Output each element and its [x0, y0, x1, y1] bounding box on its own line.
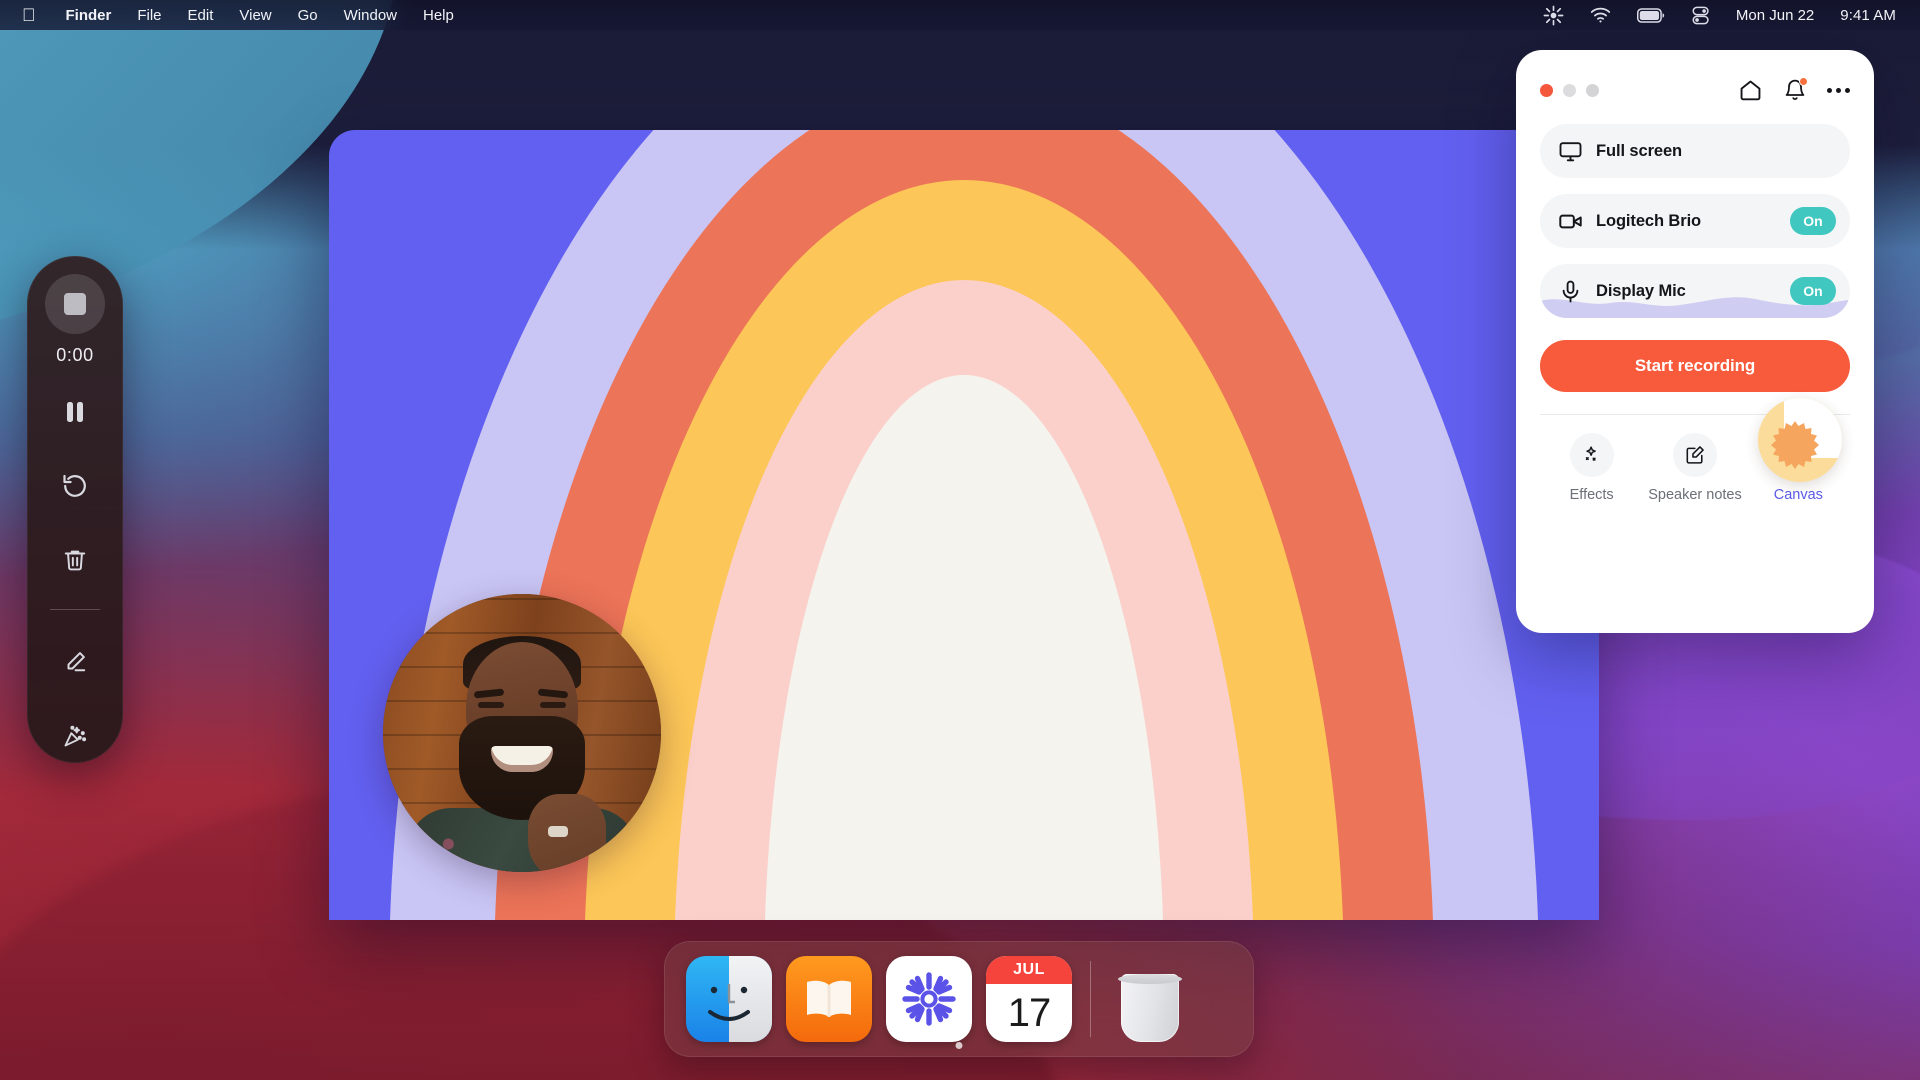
- calendar-month: JUL: [986, 956, 1072, 984]
- dock-divider: [1090, 961, 1091, 1037]
- dock-item-calendar[interactable]: JUL 17: [986, 956, 1072, 1042]
- tab-canvas-label: Canvas: [1774, 487, 1823, 503]
- tab-speaker-notes-label: Speaker notes: [1648, 487, 1742, 503]
- menu-bar-status-area: Mon Jun 22 9:41 AM: [1543, 5, 1920, 26]
- close-window-button[interactable]: [1540, 84, 1553, 97]
- mic-row-label: Display Mic: [1596, 282, 1686, 301]
- dock-item-finder[interactable]: [686, 956, 772, 1042]
- recording-timer: 0:00: [56, 345, 93, 366]
- dock-item-books[interactable]: [786, 956, 872, 1042]
- calendar-day: 17: [986, 984, 1072, 1042]
- dock: JUL 17: [664, 941, 1254, 1057]
- menu-item-go[interactable]: Go: [298, 7, 318, 24]
- sparkles-icon: [1570, 433, 1614, 477]
- notifications-bell-icon[interactable]: [1783, 78, 1807, 102]
- camera-row[interactable]: Logitech Brio On: [1540, 194, 1850, 248]
- tab-effects-label: Effects: [1570, 487, 1614, 503]
- dock-item-trash[interactable]: [1107, 956, 1193, 1042]
- recording-toolbar: 0:00: [27, 256, 123, 763]
- menu-item-finder[interactable]: Finder: [66, 7, 112, 24]
- canvas-active-badge[interactable]: [1758, 398, 1842, 482]
- note-edit-icon: [1673, 433, 1717, 477]
- notification-badge: [1799, 77, 1808, 86]
- menu-bar-date[interactable]: Mon Jun 22: [1736, 7, 1814, 24]
- menu-item-file[interactable]: File: [137, 7, 161, 24]
- source-row-label: Full screen: [1596, 142, 1682, 161]
- wifi-icon[interactable]: [1590, 7, 1611, 23]
- home-icon[interactable]: [1738, 78, 1763, 103]
- video-camera-icon: [1558, 209, 1584, 234]
- menu-item-window[interactable]: Window: [344, 7, 397, 24]
- draw-button[interactable]: [48, 636, 102, 690]
- zoom-window-button[interactable]: [1586, 84, 1599, 97]
- minimize-window-button[interactable]: [1563, 84, 1576, 97]
- brightness-sun-icon[interactable]: [1543, 5, 1564, 26]
- restart-button[interactable]: [48, 459, 102, 513]
- menu-bar-time[interactable]: 9:41 AM: [1840, 7, 1896, 24]
- camera-row-label: Logitech Brio: [1596, 212, 1701, 231]
- mic-toggle[interactable]: On: [1790, 277, 1836, 305]
- control-center-icon[interactable]: [1691, 6, 1710, 25]
- more-options-icon[interactable]: [1827, 88, 1850, 93]
- recorder-panel: Full screen Logitech Brio On: [1516, 50, 1874, 633]
- menu-item-edit[interactable]: Edit: [188, 7, 214, 24]
- monitor-icon: [1558, 139, 1584, 164]
- presenter-smile: [491, 746, 553, 772]
- mic-row[interactable]: Display Mic On: [1540, 264, 1850, 318]
- dock-item-recorder[interactable]: [886, 956, 972, 1042]
- panel-actions: [1738, 78, 1850, 103]
- menu-item-help[interactable]: Help: [423, 7, 454, 24]
- webcam-bubble[interactable]: [383, 594, 661, 872]
- presenter-ring: [548, 826, 568, 837]
- panel-header: [1540, 72, 1850, 108]
- microphone-icon: [1558, 279, 1584, 304]
- tab-effects[interactable]: Effects: [1540, 433, 1643, 503]
- camera-toggle[interactable]: On: [1790, 207, 1836, 235]
- pause-button[interactable]: [48, 386, 102, 440]
- battery-icon[interactable]: [1637, 8, 1665, 23]
- delete-button[interactable]: [48, 533, 102, 587]
- window-controls: [1540, 84, 1599, 97]
- confetti-button[interactable]: [48, 709, 102, 763]
- apple-logo-icon[interactable]: : [22, 6, 36, 24]
- desktop-screen:  Finder File Edit View Go Window Help: [0, 0, 1920, 1080]
- stop-recording-button[interactable]: [45, 274, 105, 334]
- dock-running-indicator: [956, 1042, 963, 1049]
- toolbar-divider: [50, 609, 100, 610]
- menu-item-view[interactable]: View: [239, 7, 271, 24]
- start-recording-button[interactable]: Start recording: [1540, 340, 1850, 392]
- menu-bar:  Finder File Edit View Go Window Help: [0, 0, 1920, 30]
- sunburst-icon: [1770, 420, 1820, 470]
- tab-speaker-notes[interactable]: Speaker notes: [1643, 433, 1746, 503]
- source-row-full-screen[interactable]: Full screen: [1540, 124, 1850, 178]
